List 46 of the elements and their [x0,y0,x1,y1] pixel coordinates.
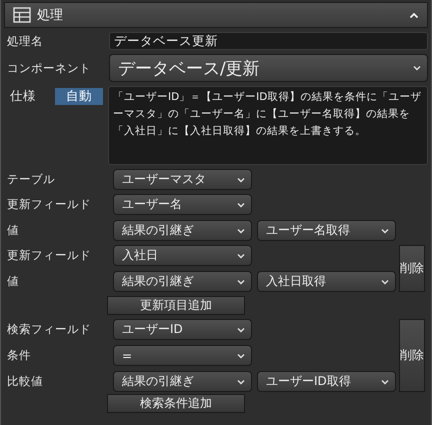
add-update-button[interactable]: 更新項目追加 [107,296,245,315]
name-input[interactable]: データベース更新 [109,32,428,50]
dropdown[interactable]: = [113,345,252,366]
chevron-down-icon [237,176,245,182]
table-icon [13,7,31,23]
field-label: 比較値 [6,374,44,389]
dropdown[interactable]: 入社日取得 [257,271,396,292]
field-label: 検索フィールド [6,322,92,337]
dropdown[interactable]: ユーザー名 [113,194,252,215]
add-search-button[interactable]: 検索条件追加 [107,394,245,413]
chevron-down-icon [237,228,245,234]
field-label: 値 [6,223,20,238]
field-label: 条件 [6,348,32,363]
chevron-down-icon [237,252,245,258]
delete-button[interactable]: 削除 [399,245,425,292]
chevron-down-icon [237,352,245,358]
dropdown[interactable]: 結果の引継ぎ [113,371,252,392]
delete-button[interactable]: 削除 [399,319,425,392]
chevron-down-icon [381,278,389,284]
dropdown[interactable]: 結果の引継ぎ [113,220,252,241]
field-label: 仕様 [9,87,37,105]
chevron-down-icon [237,378,245,384]
dropdown[interactable]: ユーザー名取得 [257,220,396,241]
field-label: 処理名 [6,34,44,48]
mode-badge[interactable]: 自動 [55,88,103,105]
chevron-down-icon [381,378,389,384]
field-label: 更新フィールド [6,248,92,263]
dropdown[interactable]: ユーザーID [113,319,252,340]
panel-title: 処理 [37,7,64,24]
chevron-down-icon [413,65,421,71]
field-label: コンポーネント [6,60,92,76]
chevron-down-icon [237,326,245,332]
dropdown[interactable]: ユーザーID取得 [257,371,396,392]
chevron-down-icon [237,202,245,208]
panel-header[interactable]: 処理 [4,2,428,28]
chevron-down-icon [381,228,389,234]
dropdown[interactable]: 結果の引継ぎ [113,271,252,292]
dropdown[interactable]: ユーザーマスタ [113,169,252,190]
spec-text-area[interactable]: 「ユーザーID」＝【ユーザーID取得】の結果を条件に「ユーザーマスタ」の「ユーザー名」に【ユーザー名取得】の結果を「入社日」に【入社日取得】の結果を上書きする。 [108,86,428,165]
component-dropdown[interactable]: データベース/更新 [109,54,428,82]
dropdown[interactable]: 入社日 [113,245,252,266]
chevron-down-icon [237,278,245,284]
collapse-icon[interactable] [409,12,419,18]
field-label: テーブル [6,172,56,187]
field-label: 値 [6,274,20,289]
field-label: 更新フィールド [6,197,92,212]
